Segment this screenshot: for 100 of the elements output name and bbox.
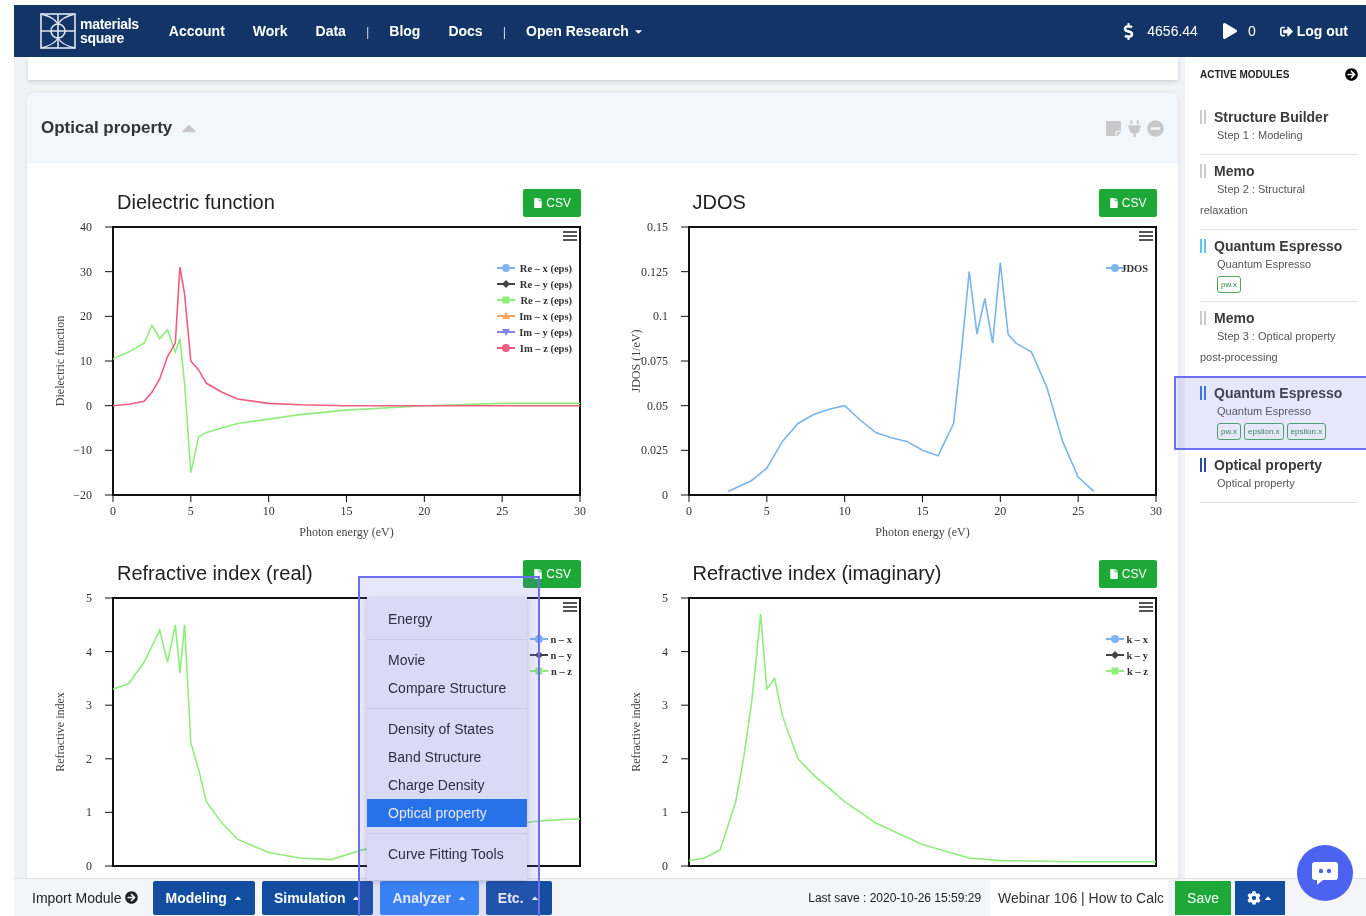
menu-button[interactable]: Modeling	[153, 880, 255, 915]
tick-label: 5	[187, 504, 194, 518]
legend-entry[interactable]: n – z	[529, 666, 572, 677]
module-tag: pw.x	[1217, 423, 1241, 440]
chart-title: Refractive index (real)	[117, 562, 313, 585]
legend-label: JDOS	[1120, 263, 1148, 274]
play-icon[interactable]	[1221, 23, 1238, 39]
nav-dropdown[interactable]: Open Research	[526, 23, 644, 39]
legend-entry[interactable]: n – y	[529, 650, 572, 661]
legend-label: k – x	[1125, 634, 1149, 645]
legend-label: k – y	[1125, 650, 1149, 661]
module-name[interactable]: Quantum Espresso	[1214, 238, 1343, 254]
panel-title[interactable]: Optical property	[41, 117, 201, 139]
axis-title: Photon energy (eV)	[874, 525, 970, 539]
menu-icon[interactable]	[1138, 231, 1153, 241]
module-subtitle: Optical property	[1216, 476, 1296, 491]
menu-item[interactable]: Density of States	[367, 715, 527, 743]
menu-icon[interactable]	[563, 231, 577, 241]
menu-item[interactable]: Band Structure	[367, 743, 527, 771]
logout-link[interactable]: Log out	[1279, 23, 1348, 39]
menu-icon[interactable]	[563, 602, 577, 612]
tick-label: 5	[86, 591, 92, 605]
axis-title: Dielectric function	[53, 315, 67, 407]
menu-button[interactable]: Simulation	[261, 880, 374, 915]
legend-entry[interactable]: n – x	[529, 634, 572, 645]
tick-label: 2	[86, 751, 92, 766]
tick-label: 1	[86, 805, 92, 820]
module-subtitle: Step 1 : Modeling	[1216, 128, 1304, 143]
brand-name[interactable]: materials square	[80, 17, 139, 45]
tick-label: 0	[86, 398, 92, 413]
tick-label: 0	[685, 504, 692, 518]
drag-handle[interactable]	[1200, 239, 1206, 253]
file-icon	[1108, 568, 1119, 579]
module-tag: pw.x	[1217, 276, 1241, 293]
legend-entry[interactable]: Im – x (eps)	[496, 311, 572, 322]
nav-link[interactable]: Blog	[389, 23, 421, 39]
legend-entry[interactable]: Re – x (eps)	[496, 263, 572, 274]
legend-label: Im – y (eps)	[519, 327, 573, 339]
legend-entry[interactable]: Im – y (eps)	[496, 327, 572, 338]
tick-label: 10	[262, 504, 275, 518]
tick-label: 30	[574, 504, 586, 518]
gear-icon	[1247, 890, 1261, 905]
legend-entry[interactable]: Im – z (eps)	[496, 343, 572, 354]
axis-title: Refractive index	[53, 692, 67, 772]
tick-label: 20	[418, 504, 431, 518]
tick-label: 30	[1149, 504, 1162, 518]
chart-title: Dielectric function	[117, 191, 275, 214]
tick-label: 15	[916, 504, 928, 518]
menu-icon[interactable]	[1138, 602, 1153, 612]
tick-label: 0.125	[640, 264, 668, 279]
module-tag: epsilon.x	[1286, 423, 1327, 440]
menu-item[interactable]: Energy	[367, 605, 527, 633]
tick-label: 15	[340, 504, 353, 518]
module-name[interactable]: Memo	[1214, 163, 1255, 179]
drag-handle[interactable]	[1200, 386, 1206, 400]
legend-entry[interactable]: k – y	[1104, 650, 1148, 661]
module-subtitle: Quantum Espresso	[1216, 404, 1313, 419]
project-title-field[interactable]: Webinar 106 | How to Calc	[990, 879, 1169, 916]
menu-item[interactable]: Charge Density	[367, 771, 527, 799]
legend-label: n – y	[550, 650, 573, 661]
file-icon	[1108, 197, 1119, 208]
menu-button[interactable]: Etc.	[485, 880, 552, 915]
tick-label: 0	[661, 859, 668, 873]
tick-label: 10	[80, 354, 92, 368]
import-module-link[interactable]: Import Module	[32, 889, 139, 906]
menu-item[interactable]: Optical property	[367, 799, 527, 827]
chart-title: JDOS	[692, 191, 746, 214]
drag-handle[interactable]	[1200, 458, 1206, 472]
nav-link[interactable]: Work	[252, 23, 288, 39]
logo-icon[interactable]	[40, 13, 76, 49]
legend-entry[interactable]: Re – y (eps)	[496, 279, 572, 290]
legend-label: Im – z (eps)	[519, 343, 573, 355]
tick-label: 2	[661, 751, 668, 766]
legend-entry[interactable]: Re – z (eps)	[496, 295, 572, 306]
tick-label: 20	[80, 309, 92, 324]
nav-link[interactable]: Docs	[448, 23, 483, 39]
legend-entry[interactable]: k – x	[1104, 634, 1148, 645]
legend-entry[interactable]: k – z	[1104, 666, 1148, 677]
tick-label: 0	[110, 504, 116, 518]
nav-link[interactable]: Data	[315, 23, 346, 39]
tick-label: 0.075	[640, 354, 668, 368]
tick-label: 25	[1071, 504, 1084, 518]
module-subtitle: Step 3 : Optical property post-processing	[1200, 329, 1337, 365]
module-name[interactable]: Memo	[1214, 310, 1255, 326]
module-name[interactable]: Optical property	[1214, 457, 1323, 473]
nav-link[interactable]: Account	[168, 23, 225, 39]
logout-icon	[1279, 24, 1293, 38]
module-name[interactable]: Quantum Espresso	[1214, 385, 1343, 401]
menu-item[interactable]: Compare Structure	[367, 674, 527, 702]
menu-item[interactable]: Curve Fitting Tools	[367, 840, 527, 868]
tick-label: 10	[838, 504, 851, 518]
tick-label: 25	[496, 504, 509, 518]
menu-item[interactable]: Movie	[367, 646, 527, 674]
legend-entry[interactable]: JDOS	[1104, 263, 1148, 274]
settings-button[interactable]	[1235, 880, 1285, 915]
module-name[interactable]: Structure Builder	[1214, 109, 1329, 125]
tick-label: 40	[80, 220, 92, 234]
chat-icon	[1311, 860, 1339, 886]
tick-label: 0.05	[646, 398, 668, 413]
module-tag: epsilon.x	[1244, 423, 1284, 440]
